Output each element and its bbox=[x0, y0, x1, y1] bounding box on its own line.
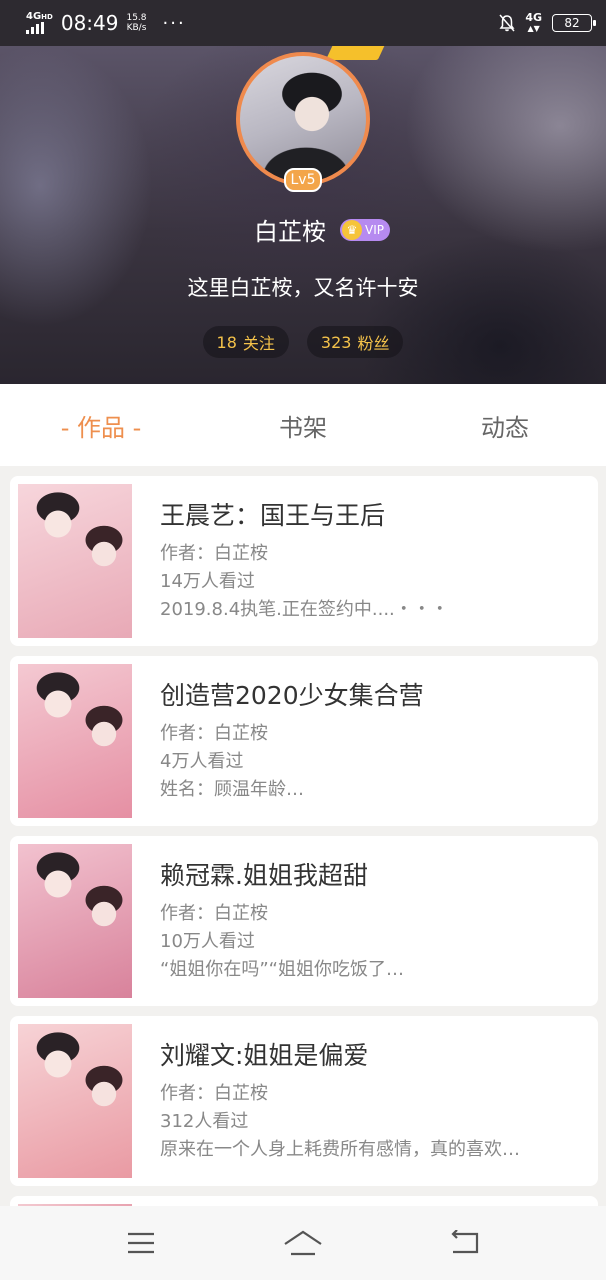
avatar[interactable] bbox=[236, 52, 370, 186]
profile-stats: 18 关注 323 粉丝 bbox=[0, 326, 606, 358]
profile-header: Lv5 白芷桉 ♛ VIP 这里白芷桉，又名许十安 18 关注 323 粉丝 bbox=[0, 46, 606, 384]
tab-bookshelf[interactable]: 书架 bbox=[202, 408, 404, 443]
followers-label: 粉丝 bbox=[357, 334, 390, 353]
book-author: 作者：白芷桉 bbox=[160, 723, 268, 744]
level-badge: Lv5 bbox=[284, 168, 322, 192]
book-author: 作者：白芷桉 bbox=[160, 543, 268, 564]
battery-level: 82 bbox=[564, 16, 580, 30]
book-author: 作者：白芷桉 bbox=[160, 1083, 268, 1104]
menu-icon bbox=[128, 1232, 154, 1254]
vip-crown-icon: ♛ bbox=[342, 219, 362, 240]
book-title: 创造营2020少女集合营 bbox=[160, 681, 424, 710]
following-label: 关注 bbox=[242, 334, 275, 353]
menu-button[interactable] bbox=[121, 1223, 161, 1263]
home-icon bbox=[284, 1230, 322, 1256]
speed-value: 15.8 bbox=[126, 13, 147, 23]
book-summary: 2019.8.4执笔.正在签约中....・・・ bbox=[160, 599, 449, 620]
list-item[interactable]: 创造营2020少女集合营 作者：白芷桉 4万人看过 姓名：顾温年龄… bbox=[10, 656, 598, 826]
profile-bio: 这里白芷桉，又名许十安 bbox=[187, 276, 419, 300]
tab-activity[interactable]: 动态 bbox=[404, 408, 606, 443]
book-cover bbox=[18, 844, 132, 998]
book-summary: 原来在一个人身上耗费所有感情，真的喜欢… bbox=[160, 1139, 520, 1160]
home-button[interactable] bbox=[283, 1223, 323, 1263]
following-button[interactable]: 18 关注 bbox=[202, 326, 289, 358]
book-summary: “姐姐你在吗”“姐姐你吃饭了… bbox=[160, 959, 404, 980]
back-button[interactable] bbox=[445, 1223, 485, 1263]
book-views: 10万人看过 bbox=[160, 931, 255, 952]
vip-label: VIP bbox=[365, 222, 384, 237]
profile-tabs: - 作品 - 书架 动态 bbox=[0, 384, 606, 466]
book-summary: 姓名：顾温年龄… bbox=[160, 779, 304, 800]
network-hd: HD bbox=[41, 13, 53, 21]
works-list: 王晨艺：国王与王后 作者：白芷桉 14万人看过 2019.8.4执笔.正在签约中… bbox=[10, 476, 598, 1216]
book-title: 赖冠霖.姐姐我超甜 bbox=[160, 861, 368, 890]
cellular-signal-icon: 4GHD bbox=[26, 12, 53, 34]
book-title: 王晨艺：国王与王后 bbox=[160, 501, 386, 530]
network-speed: 15.8 KB/s bbox=[126, 13, 146, 33]
list-item[interactable]: 王晨艺：国王与王后 作者：白芷桉 14万人看过 2019.8.4执笔.正在签约中… bbox=[10, 476, 598, 646]
book-cover bbox=[18, 1024, 132, 1178]
book-cover bbox=[18, 484, 132, 638]
book-author: 作者：白芷桉 bbox=[160, 903, 268, 924]
vip-badge[interactable]: ♛ VIP bbox=[340, 218, 390, 241]
network-type: 4G bbox=[26, 11, 42, 22]
clock: 08:49 bbox=[60, 11, 119, 35]
name-row: 白芷桉 ♛ VIP bbox=[0, 212, 606, 247]
mobile-data-icon: 4G ▲▼ bbox=[525, 11, 542, 33]
book-views: 312人看过 bbox=[160, 1111, 249, 1132]
speed-unit: KB/s bbox=[126, 23, 147, 33]
avatar-image bbox=[236, 52, 370, 186]
notifications-muted-icon bbox=[499, 14, 515, 32]
list-item[interactable]: 赖冠霖.姐姐我超甜 作者：白芷桉 10万人看过 “姐姐你在吗”“姐姐你吃饭了… bbox=[10, 836, 598, 1006]
book-title: 刘耀文:姐姐是偏爱 bbox=[160, 1041, 369, 1070]
followers-button[interactable]: 323 粉丝 bbox=[306, 326, 404, 358]
following-count: 18 bbox=[216, 332, 237, 352]
status-bar: 4GHD 08:49 15.8 KB/s ··· 4G ▲▼ 82 bbox=[0, 0, 606, 46]
system-nav-bar bbox=[0, 1206, 606, 1280]
book-views: 14万人看过 bbox=[160, 571, 255, 592]
battery-icon: 82 bbox=[552, 14, 596, 32]
list-item[interactable]: 刘耀文:姐姐是偏爱 作者：白芷桉 312人看过 原来在一个人身上耗费所有感情，真… bbox=[10, 1016, 598, 1186]
back-icon bbox=[451, 1230, 479, 1254]
tab-works[interactable]: - 作品 - bbox=[0, 408, 202, 443]
more-notifications-icon: ··· bbox=[162, 12, 186, 34]
username: 白芷桉 bbox=[254, 218, 326, 246]
book-views: 4万人看过 bbox=[160, 751, 244, 772]
followers-count: 323 bbox=[320, 332, 352, 352]
book-cover bbox=[18, 664, 132, 818]
